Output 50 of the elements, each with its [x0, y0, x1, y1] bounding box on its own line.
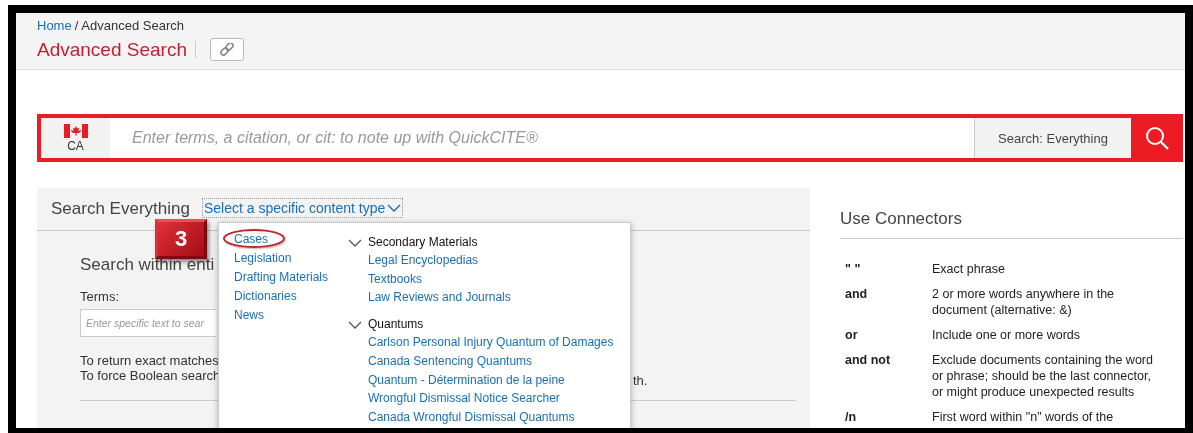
content-type-dropdown[interactable]: Select a specific content type [201, 198, 404, 218]
menu-item[interactable]: News [234, 306, 264, 325]
menu-item[interactable]: Wrongful Dismissal Notice Searcher [368, 389, 560, 408]
connector-operator: " " [845, 261, 862, 277]
breadcrumb-link[interactable]: Home [37, 18, 72, 33]
terms-label: Terms: [80, 289, 119, 304]
menu-item[interactable]: Quantum - Détermination de la peine [368, 370, 565, 390]
copy-link-button[interactable] [210, 38, 244, 61]
link-icon [219, 43, 235, 56]
menu-item[interactable]: Dictionaries [234, 287, 297, 306]
terms-field[interactable]: Enter specific text to sear [80, 309, 216, 337]
search-scope-button[interactable]: Search: Everything [974, 118, 1131, 158]
canada-flag-icon [63, 123, 88, 138]
chevron-down-icon [348, 320, 362, 329]
menu-item[interactable]: Cases [234, 230, 268, 249]
menu-item[interactable]: Canada Wrongful Dismissal Quantums [368, 407, 575, 427]
menu-group-toggle[interactable]: Quantums [348, 316, 614, 334]
menu-group-toggle[interactable]: Secondary Materials [348, 234, 614, 251]
panel-title: Search Everything [51, 199, 190, 219]
connector-description: Include one or more words [932, 327, 1081, 343]
connector-description: First word within "n" words of the [932, 409, 1115, 425]
search-field[interactable]: Enter terms, a citation, or cit: to note up with QuickCITE® [110, 118, 974, 158]
menu-item[interactable]: Law Reviews and Journals [368, 288, 511, 308]
menu-item[interactable]: Textbooks [368, 269, 423, 289]
chevron-down-icon [348, 238, 362, 247]
menu-item[interactable]: Drafting Materials [234, 268, 329, 287]
step-badge: 3 [155, 219, 207, 259]
page-title: Advanced Search [37, 38, 187, 61]
menu-group-label: Secondary Materials [368, 234, 478, 251]
connector-description: 2 or more words anywhere in the document (alternative: &) [932, 286, 1116, 318]
help-text: To return exact matches [80, 353, 219, 368]
jurisdiction-code: CA [67, 138, 84, 153]
section-title: Use Connectors [840, 209, 1183, 239]
menu-item[interactable]: Carlson Personal Injury Quantum of Damages [368, 333, 614, 352]
menu-group-label: Quantums [368, 316, 424, 334]
breadcrumb-separator: / [74, 18, 79, 33]
connector-operator: or [845, 327, 859, 343]
connector-description: Exclude documents containing the word or phrase; should be the last connector, or might produce unexpected results [932, 352, 1154, 400]
connector-operator: /n [845, 409, 858, 425]
help-text: th. [633, 373, 648, 388]
menu-item[interactable]: Canada Sentencing Quantums [368, 351, 533, 371]
menu-item[interactable]: Legal Encyclopedias [368, 251, 479, 270]
search-icon [1145, 126, 1169, 150]
menu-item[interactable]: Legislation [234, 249, 292, 268]
chevron-down-icon [387, 203, 402, 213]
breadcrumb-current: Advanced Search [81, 18, 184, 33]
jurisdiction-selector[interactable]: CA [41, 118, 110, 158]
connector-operator: and not [845, 352, 892, 369]
connector-operator: and [845, 286, 869, 303]
connector-description: Exact phrase [932, 261, 1006, 277]
